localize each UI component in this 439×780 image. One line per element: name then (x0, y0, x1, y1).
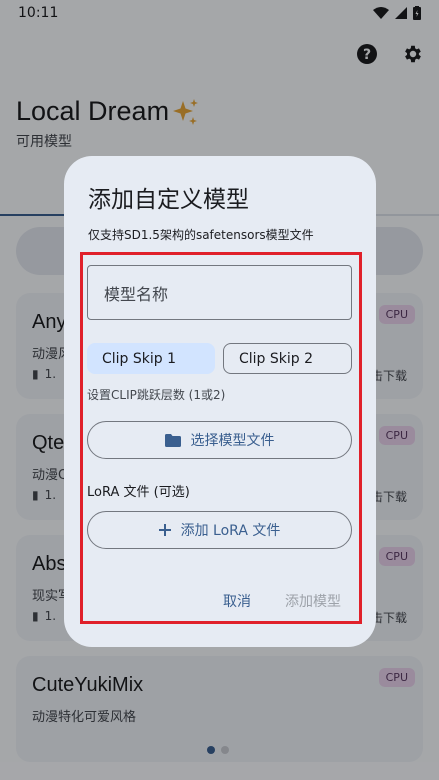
dialog-hint: 仅支持SD1.5架构的safetensors模型文件 (88, 228, 314, 242)
dialog-title: 添加自定义模型 (88, 187, 249, 213)
highlight-annotation (80, 252, 362, 624)
